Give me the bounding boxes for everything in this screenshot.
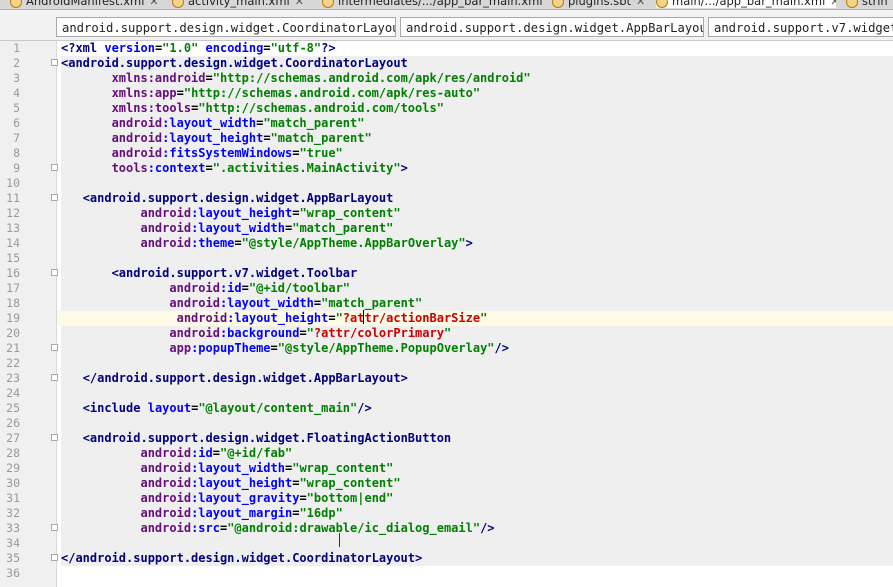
code-line-14: android:theme="@style/AppTheme.AppBarOve… [61,236,893,251]
line-number: 35 [6,551,20,565]
xml-file-icon [172,0,184,8]
line-number: 27 [6,431,20,445]
line-number: 23 [6,371,20,385]
breadcrumb: android.support.design.widget.Coordinato… [0,10,893,41]
line-number: 18 [6,296,20,310]
file-tab-plugins-sbt[interactable]: plugins.sbt ✕ [552,0,650,8]
code-line-3: xmlns:android="http://schemas.android.co… [61,71,893,86]
line-number: 32 [6,506,20,520]
breadcrumb-item-coordinator-layout[interactable]: android.support.design.widget.Coordinato… [56,17,396,37]
line-number: 36 [6,566,20,580]
code-line-34 [61,536,893,551]
code-line-10 [61,176,893,191]
line-number-gutter: 1 2 3 4 5 6 7 8 9 10 11 12 13 14 15 16 17 18 19 20 21 22 23 24 2… [0,41,58,587]
line-number: 9 [13,161,20,175]
code-line-22 [61,356,893,371]
sbt-file-icon [552,0,564,8]
close-icon[interactable]: ✕ [636,0,645,8]
line-number: 17 [6,281,20,295]
line-number: 5 [13,101,20,115]
line-number: 31 [6,491,20,505]
code-line-29: android:layout_width="wrap_content" [61,461,893,476]
code-line-17: android:id="@+id/toolbar" [61,281,893,296]
close-icon[interactable]: ✕ [149,0,158,8]
file-tab-intermediates-app-bar-main[interactable]: intermediates/.../app_bar_main.xml✕ [322,0,542,8]
code-line-25: <include layout="@layout/content_main"/> [61,401,893,416]
line-number: 25 [6,401,20,415]
code-line-19: android:layout_height="?attr/actionBarSi… [57,311,893,326]
code-line-23: </android.support.design.widget.AppBarLa… [61,371,893,386]
xml-file-icon [846,0,858,8]
line-number: 34 [6,536,20,550]
code-editor[interactable]: <?xml version="1.0" encoding="utf-8"?> <… [57,41,893,587]
line-number: 3 [13,71,20,85]
line-number: 19 [6,311,20,325]
line-number: 26 [6,416,20,430]
code-line-12: android:layout_height="wrap_content" [61,206,893,221]
code-line-2: <android.support.design.widget.Coordinat… [61,56,893,71]
xml-file-icon [656,0,668,8]
xml-file-icon [10,0,22,8]
line-number: 21 [6,341,20,355]
line-number: 4 [13,86,20,100]
code-line-16: <android.support.v7.widget.Toolbar [61,266,893,281]
code-line-4: xmlns:app="http://schemas.android.com/ap… [61,86,893,101]
file-tab-main-app-bar-main[interactable]: main/.../app_bar_main.xml✕ [656,0,836,8]
code-line-26 [61,416,893,431]
line-number: 7 [13,131,20,145]
code-line-24 [61,386,893,401]
line-number: 13 [6,221,20,235]
text-caret [363,310,364,324]
code-line-8: android:fitsSystemWindows="true" [61,146,893,161]
close-icon[interactable]: ✕ [830,0,836,8]
code-line-27: <android.support.design.widget.FloatingA… [61,431,893,446]
code-line-15 [61,251,893,266]
line-number: 12 [6,206,20,220]
code-line-9: tools:context=".activities.MainActivity"… [61,161,893,176]
line-number: 16 [6,266,20,280]
code-line-7: android:layout_height="match_parent" [61,131,893,146]
line-number: 14 [6,236,20,250]
line-number: 29 [6,461,20,475]
line-number: 2 [13,56,20,70]
code-line-13: android:layout_width="match_parent" [61,221,893,236]
code-line-30: android:layout_height="wrap_content" [61,476,893,491]
file-tab-bar: AndroidManifest.xml ✕ activity_main.xml ✕ … [0,0,893,10]
line-number: 1 [13,41,20,55]
xml-file-icon [322,0,334,8]
line-number: 33 [6,521,20,535]
code-line-11: <android.support.design.widget.AppBarLay… [61,191,893,206]
code-line-18: android:layout_width="match_parent" [61,296,893,311]
line-number: 24 [6,386,20,400]
file-tab-android-manifest[interactable]: AndroidManifest.xml ✕ [10,0,160,8]
file-tab-strings[interactable]: strin [846,0,893,8]
code-line-28: android:id="@+id/fab" [61,446,893,461]
line-number: 22 [6,356,20,370]
code-line-1: <?xml version="1.0" encoding="utf-8"?> [61,41,336,55]
breadcrumb-item-appbar-layout[interactable]: android.support.design.widget.AppBarLayo… [400,17,704,37]
code-line-20: android:background="?attr/colorPrimary" [61,326,893,341]
file-tab-activity-main[interactable]: activity_main.xml ✕ [172,0,317,8]
line-number: 10 [6,176,20,190]
line-number: 11 [6,191,20,205]
code-line-21: app:popupTheme="@style/AppTheme.PopupOve… [61,341,893,356]
close-icon[interactable]: ✕ [295,0,304,8]
code-line-5: xmlns:tools="http://schemas.android.com/… [61,101,893,116]
line-number: 28 [6,446,20,460]
code-line-35: </android.support.design.widget.Coordina… [61,551,893,566]
line-number: 15 [6,251,20,265]
code-line-6: android:layout_width="match_parent" [61,116,893,131]
line-number: 20 [6,326,20,340]
line-number: 6 [13,116,20,130]
breadcrumb-item-toolbar[interactable]: android.support.v7.widget. [708,17,893,37]
code-line-32: android:layout_margin="16dp" [61,506,893,521]
line-number: 8 [13,146,20,160]
line-number: 30 [6,476,20,490]
code-line-33: android:src="@android:drawable/ic_dialog… [61,521,893,536]
code-line-31: android:layout_gravity="bottom|end" [61,491,893,506]
mouse-ibeam-cursor [339,533,340,547]
